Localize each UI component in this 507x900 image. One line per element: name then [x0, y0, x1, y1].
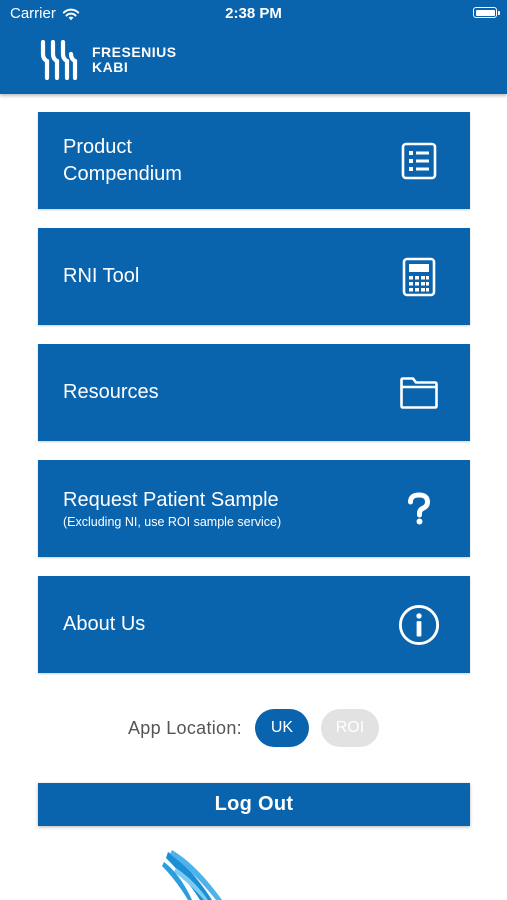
menu-item-product-compendium[interactable]: Product Compendium — [38, 112, 470, 209]
menu-item-resources[interactable]: Resources — [38, 344, 470, 441]
question-mark-icon — [398, 488, 440, 530]
app-location-row: App Location: UK ROI — [0, 708, 507, 748]
menu-item-about-us[interactable]: About Us — [38, 576, 470, 673]
brand-name: FRESENIUS KABI — [92, 45, 177, 75]
battery-icon — [473, 7, 500, 18]
menu-item-label: RNI Tool — [63, 265, 140, 287]
brand-line-2: KABI — [92, 59, 129, 75]
app-header: Carrier 2:38 PM FRESENIUS KABI — [0, 0, 507, 94]
menu-item-label: Request Patient Sample — [63, 489, 279, 511]
menu-item-rni-tool[interactable]: RNI Tool — [38, 228, 470, 325]
location-uk-button[interactable]: UK — [254, 709, 309, 747]
brand-logo: FRESENIUS KABI — [40, 40, 177, 80]
menu-item-label: About Us — [63, 613, 146, 635]
location-roi-button[interactable]: ROI — [320, 709, 379, 747]
logout-button[interactable]: Log Out — [38, 783, 470, 826]
fresenius-logo-icon — [40, 40, 78, 80]
battery-fill — [475, 9, 495, 16]
app-location-label: App Location: — [128, 717, 242, 738]
menu-item-text: Product Compendium — [63, 112, 182, 209]
folder-icon — [398, 372, 440, 414]
menu-item-text: Request Patient Sample (Excluding NI, us… — [63, 460, 281, 557]
menu-item-label: Product Compendium — [63, 135, 182, 185]
brand-line-1: FRESENIUS — [92, 44, 177, 60]
menu-item-text: RNI Tool — [63, 228, 139, 325]
status-time: 2:38 PM — [225, 5, 282, 22]
status-bar: Carrier 2:38 PM — [0, 0, 507, 28]
info-icon — [398, 604, 440, 646]
menu-item-text: Resources — [63, 344, 159, 441]
calculator-icon — [398, 256, 440, 298]
document-list-icon — [398, 140, 440, 182]
menu-item-text: About Us — [63, 576, 145, 673]
menu-item-request-patient-sample[interactable]: Request Patient Sample (Excluding NI, us… — [38, 460, 470, 557]
menu-item-subtitle: (Excluding NI, use ROI sample service) — [63, 515, 282, 529]
decorative-brush-graphic — [162, 850, 222, 900]
menu-item-label: Resources — [63, 381, 159, 403]
